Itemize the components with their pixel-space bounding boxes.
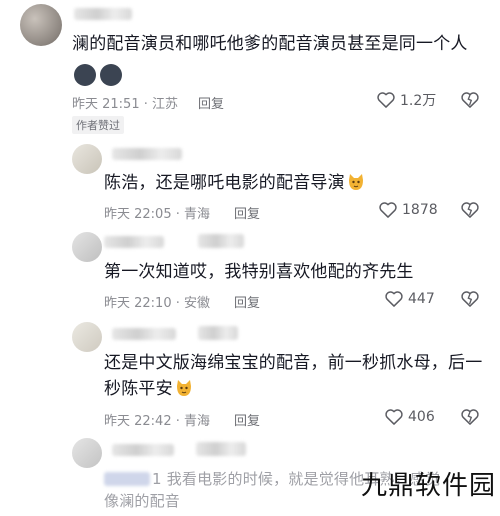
- round-emoji-icon: [100, 64, 122, 86]
- username-blurred: [196, 442, 246, 456]
- watermark-text: 九鼎软件园: [360, 471, 496, 501]
- username-blurred[interactable]: [112, 444, 174, 456]
- dislike-button[interactable]: [460, 200, 480, 220]
- comment-text: 陈浩，还是哪吒电影的配音导演: [104, 168, 365, 198]
- comment-text: 澜的配音演员和哪吒他爹的配音演员甚至是同一个人: [72, 34, 468, 54]
- like-button[interactable]: 1878: [378, 200, 438, 220]
- comment-item: 第一次知道哎，我特别喜欢他配的齐先生 昨天 22:10 · 安徽 回复 447: [0, 228, 500, 320]
- comment-text: 像澜的配音: [104, 492, 181, 510]
- comment-text-content: 秒陈平安: [104, 379, 173, 399]
- dislike-button[interactable]: [460, 407, 480, 427]
- like-count: 406: [408, 409, 435, 425]
- mention-blurred[interactable]: [104, 472, 150, 486]
- comment-text-content: 陈浩，还是哪吒电影的配音导演: [104, 173, 345, 193]
- heart-outline-icon: [378, 200, 398, 220]
- avatar[interactable]: [72, 438, 102, 468]
- heart-outline-icon: [384, 407, 404, 427]
- username-blurred: [198, 234, 244, 248]
- round-emoji-icon: [74, 64, 96, 86]
- avatar[interactable]: [72, 144, 102, 174]
- username-blurred[interactable]: [112, 148, 182, 160]
- like-button[interactable]: 1.2万: [376, 90, 436, 110]
- cat-sticker-icon: [347, 171, 365, 190]
- dislike-button[interactable]: [460, 289, 480, 309]
- reply-button[interactable]: 回复: [234, 292, 260, 311]
- like-button[interactable]: 406: [384, 407, 435, 427]
- like-button[interactable]: 447: [384, 289, 435, 309]
- like-count: 447: [408, 291, 435, 307]
- dislike-heart-icon: [460, 200, 480, 220]
- comment-item: 陈浩，还是哪吒电影的配音导演 昨天 22:05 · 青海 回复 1878: [0, 140, 500, 235]
- reply-button[interactable]: 回复: [198, 93, 224, 112]
- username-blurred: [198, 326, 238, 340]
- comment-item: 还是中文版海绵宝宝的配音，前一秒抓水母，后一 秒陈平安 昨天 22:42 · 青…: [0, 318, 500, 438]
- username-blurred[interactable]: [74, 8, 132, 20]
- dislike-heart-icon: [460, 289, 480, 309]
- dislike-heart-icon: [460, 90, 480, 110]
- heart-outline-icon: [384, 289, 404, 309]
- avatar[interactable]: [72, 322, 102, 352]
- dislike-heart-icon: [460, 407, 480, 427]
- cat-sticker-icon: [175, 377, 193, 396]
- comment-time-location: 昨天 22:10 · 安徽: [104, 296, 210, 311]
- author-liked-badge: 作者赞过: [72, 116, 124, 134]
- comment-text: 第一次知道哎，我特别喜欢他配的齐先生: [104, 262, 414, 282]
- comment-text: 秒陈平安: [104, 374, 193, 404]
- avatar[interactable]: [20, 4, 62, 46]
- like-count: 1878: [402, 202, 438, 218]
- avatar[interactable]: [72, 232, 102, 262]
- reply-button[interactable]: 回复: [234, 410, 260, 429]
- heart-outline-icon: [376, 90, 396, 110]
- reply-button[interactable]: 回复: [234, 203, 260, 222]
- comment-time-location: 昨天 21:51 · 江苏: [72, 97, 178, 112]
- like-count: 1.2万: [400, 93, 437, 109]
- dislike-button[interactable]: [460, 90, 480, 110]
- comment-time-location: 昨天 22:05 · 青海: [104, 207, 210, 222]
- username-blurred[interactable]: [104, 236, 164, 248]
- username-blurred[interactable]: [112, 328, 176, 340]
- comment-item: 澜的配音演员和哪吒他爹的配音演员甚至是同一个人 昨天 21:51 · 江苏 回复…: [0, 0, 500, 135]
- comment-time-location: 昨天 22:42 · 青海: [104, 414, 210, 429]
